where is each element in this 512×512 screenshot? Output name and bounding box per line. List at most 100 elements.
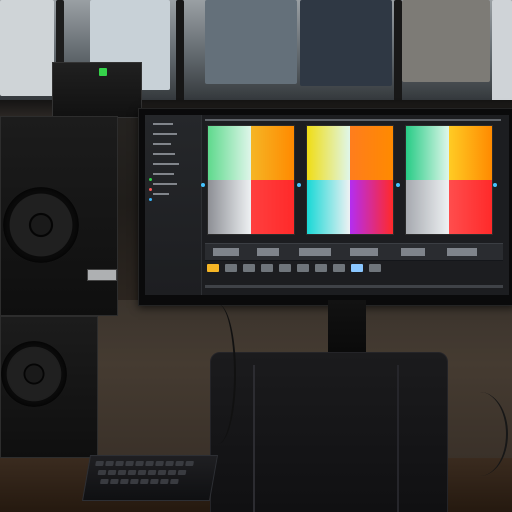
- bottom-toolbar: [205, 285, 503, 288]
- speaker-icon: [1, 341, 67, 407]
- toolbar-button[interactable]: [261, 264, 273, 272]
- keyboard: [81, 455, 219, 501]
- monitor-stand: [328, 300, 366, 358]
- keyboard-key: [135, 461, 144, 466]
- case-line: [397, 365, 399, 512]
- status-dot: [149, 188, 152, 191]
- toolbar-button[interactable]: [333, 264, 345, 272]
- speaker-icon: [3, 187, 79, 263]
- keyboard-key: [117, 470, 127, 475]
- card-marker: [201, 183, 205, 187]
- toolbar-button[interactable]: [279, 264, 291, 272]
- keyboard-key: [145, 461, 154, 466]
- color-quad: [307, 180, 350, 234]
- sidebar-line: [153, 193, 169, 195]
- keyboard-key: [109, 479, 119, 484]
- toolbar-button[interactable]: [243, 264, 255, 272]
- card-marker: [493, 183, 497, 187]
- keyboard-key: [169, 479, 179, 484]
- preview-card-2: [306, 125, 394, 235]
- audio-interface: [52, 62, 142, 118]
- window-pane-center: [205, 0, 297, 84]
- color-quad: [406, 180, 449, 234]
- speaker-lower: [0, 316, 98, 458]
- color-quad: [449, 180, 492, 234]
- color-quad: [208, 180, 251, 234]
- toolbar-button[interactable]: [207, 264, 219, 272]
- window-mullion: [394, 0, 402, 110]
- toolbar-button[interactable]: [225, 264, 237, 272]
- sidebar: [145, 115, 202, 295]
- photo-scene: [0, 0, 512, 512]
- cable: [200, 304, 236, 444]
- toolbar-button[interactable]: [351, 264, 363, 272]
- timeline-segment: [213, 248, 239, 256]
- keyboard-key: [95, 461, 104, 466]
- sidebar-line: [153, 123, 173, 125]
- color-quad: [251, 180, 294, 234]
- toolbar-button[interactable]: [315, 264, 327, 272]
- timeline-segment: [350, 248, 378, 256]
- timeline-segment: [447, 248, 477, 256]
- window-pane-building: [300, 0, 392, 86]
- sidebar-line: [153, 143, 171, 145]
- sidebar-line: [153, 183, 177, 185]
- timeline-track: [205, 243, 503, 261]
- monitor: [138, 108, 512, 306]
- preview-card-3: [405, 125, 493, 235]
- color-quad: [208, 126, 251, 180]
- keyboard-key: [185, 461, 194, 466]
- window-mullion: [176, 0, 184, 110]
- color-quad: [449, 126, 492, 180]
- keyboard-key: [159, 479, 169, 484]
- timeline-segment: [299, 248, 331, 256]
- keyboard-key: [157, 470, 167, 475]
- keyboard-key: [115, 461, 124, 466]
- speaker-upper: [0, 116, 118, 316]
- keyboard-key: [107, 470, 117, 475]
- window-pane-right: [402, 0, 490, 82]
- card-marker: [297, 183, 301, 187]
- sidebar-line: [153, 153, 175, 155]
- keyboard-key: [105, 461, 114, 466]
- monitor-screen: [145, 115, 509, 295]
- keyboard-key: [149, 479, 159, 484]
- keyboard-key: [139, 479, 149, 484]
- color-quad: [307, 126, 350, 180]
- case-line: [253, 365, 255, 512]
- keyboard-key: [129, 479, 139, 484]
- status-dot: [149, 198, 152, 201]
- keyboard-key: [119, 479, 129, 484]
- keyboard-key: [167, 470, 177, 475]
- keyboard-key: [99, 479, 109, 484]
- card-marker: [396, 183, 400, 187]
- timeline-segment: [401, 248, 425, 256]
- keyboard-key: [155, 461, 164, 466]
- window-pane-edge: [492, 0, 512, 102]
- preview-card-1: [207, 125, 295, 235]
- window-pane-left: [0, 0, 54, 96]
- top-toolbar: [205, 119, 501, 121]
- timeline-segment: [257, 248, 279, 256]
- computer-case: [210, 352, 448, 512]
- keyboard-key: [147, 470, 157, 475]
- toolbar-button[interactable]: [297, 264, 309, 272]
- sidebar-line: [153, 173, 174, 175]
- keyboard-key: [137, 470, 147, 475]
- keyboard-key: [165, 461, 174, 466]
- color-quad: [350, 126, 393, 180]
- status-dot: [149, 178, 152, 181]
- keyboard-key: [177, 470, 187, 475]
- keyboard-key: [175, 461, 184, 466]
- speaker-label: [87, 269, 117, 281]
- keyboard-key: [97, 470, 107, 475]
- sidebar-line: [153, 163, 179, 165]
- indicator-light: [99, 68, 107, 76]
- color-quad: [350, 180, 393, 234]
- color-quad: [251, 126, 294, 180]
- color-quad: [406, 126, 449, 180]
- keyboard-key: [127, 470, 137, 475]
- cable: [452, 392, 508, 476]
- toolbar-button[interactable]: [369, 264, 381, 272]
- keyboard-key: [125, 461, 134, 466]
